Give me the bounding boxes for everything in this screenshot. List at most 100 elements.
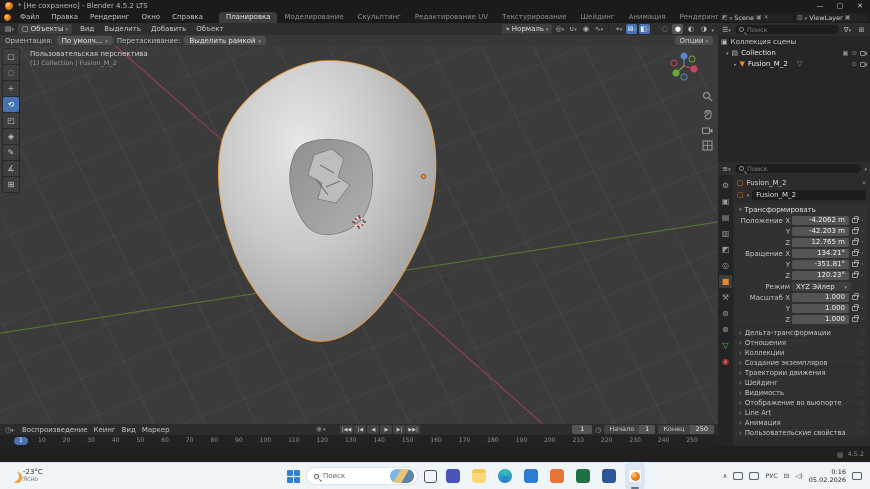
menu-item[interactable]: Файл <box>14 12 45 23</box>
pan-view-icon[interactable] <box>701 108 714 121</box>
properties-section[interactable]: Отношения <box>735 338 868 347</box>
field-value[interactable]: 1.000 <box>792 304 849 313</box>
new-scene-icon[interactable]: ▣ <box>756 14 762 21</box>
lock-icon[interactable] <box>852 295 858 300</box>
properties-search-input[interactable] <box>747 165 857 173</box>
tab-render[interactable]: ▣ <box>719 195 732 208</box>
properties-section[interactable]: Анимация <box>735 418 868 427</box>
transport-button[interactable]: ▶ <box>380 425 392 434</box>
drag-setting-dropdown[interactable]: Выделить рамкой <box>184 36 266 45</box>
add-primitive-tool[interactable]: ⊞ <box>3 177 19 192</box>
viewport-3d[interactable]: Пользовательская перспектива (1) Collect… <box>0 46 718 424</box>
ortho-toggle-icon[interactable] <box>701 139 714 152</box>
menu-item[interactable]: Рендеринг <box>84 12 136 23</box>
workspace-tab[interactable]: Текстурирование <box>495 12 573 23</box>
taskbar-search-input[interactable] <box>323 472 381 480</box>
outliner-display-mode-icon[interactable]: ☰ <box>721 25 732 35</box>
tab-object[interactable]: ■ <box>719 275 732 288</box>
transport-button[interactable]: |◀ <box>354 425 366 434</box>
object-name-field[interactable]: Fusion_M_2 <box>752 190 866 200</box>
transport-button[interactable]: ◀ <box>367 425 379 434</box>
outliner-row-collection[interactable]: ▤ Collection ▣ ⊙ <box>718 47 870 58</box>
transport-button[interactable]: |◀◀ <box>340 425 353 434</box>
timeline-menu-item[interactable]: Вид <box>119 426 139 434</box>
start-value[interactable]: 1 <box>639 425 655 434</box>
taskbar-app-edge[interactable] <box>495 463 515 489</box>
properties-options-icon[interactable] <box>864 164 867 173</box>
menu-item[interactable]: Окно <box>135 12 166 23</box>
workspace-tab[interactable]: Планировка <box>219 12 278 23</box>
annotate-tool[interactable]: ✎ <box>3 145 19 160</box>
scale-tool[interactable]: ◰ <box>3 113 19 128</box>
lock-icon[interactable] <box>852 229 858 234</box>
animate-dot-icon[interactable] <box>860 273 865 278</box>
hide-eye-icon[interactable]: ⊙ <box>852 60 857 68</box>
unlink-scene-icon[interactable]: ✕ <box>764 14 769 21</box>
lock-icon[interactable] <box>852 306 858 311</box>
object-type-icon[interactable]: ▢ <box>737 191 744 199</box>
snap-magnet-icon[interactable]: ∪ <box>567 24 578 34</box>
new-viewlayer-icon[interactable]: ▣ <box>845 14 851 21</box>
taskbar-app-store[interactable] <box>521 463 541 489</box>
show-gizmo-icon[interactable]: ⌖ <box>613 24 624 34</box>
outliner-search[interactable] <box>735 25 839 34</box>
tab-tool[interactable]: ⚙ <box>719 179 732 192</box>
properties-section[interactable]: Отображение во вьюпорте <box>735 398 868 407</box>
animate-dot-icon[interactable] <box>860 262 865 267</box>
rotation-mode-dropdown[interactable]: XYZ Эйлер <box>792 282 851 291</box>
workspace-tab[interactable]: Редактирование UV <box>408 12 495 23</box>
filter-icon[interactable]: ∇ <box>842 25 853 35</box>
transform-tool[interactable]: ◈ <box>3 129 19 144</box>
tab-physics[interactable]: ⊚ <box>719 307 732 320</box>
auto-key-record-icon[interactable]: ◉ <box>316 425 326 433</box>
properties-section[interactable]: Line Art <box>735 408 868 417</box>
field-value[interactable]: 12.765 m <box>792 238 849 247</box>
properties-search[interactable] <box>735 164 861 173</box>
xray-toggle-icon[interactable]: ◧ <box>639 24 650 34</box>
workspace-tab[interactable]: Анимация <box>622 12 673 23</box>
timeline-menu-item[interactable]: Маркер <box>139 426 173 434</box>
timeline-ruler[interactable]: 1 10203040506070809010011012013014015016… <box>0 435 718 446</box>
shading-rendered-icon[interactable]: ◑ <box>698 24 709 34</box>
pivot-point-icon[interactable]: ◎ <box>554 24 565 34</box>
lock-icon[interactable] <box>852 262 858 267</box>
measure-tool[interactable]: ∡ <box>3 161 19 176</box>
tab-world[interactable]: ◎ <box>719 259 732 272</box>
taskbar-app-office[interactable] <box>547 463 567 489</box>
end-value[interactable]: 250 <box>690 425 714 434</box>
volume-icon[interactable]: ◁) <box>795 472 803 480</box>
orientation-dropdown[interactable]: ⌖ Нормаль <box>502 24 553 34</box>
viewport-menu-item[interactable]: Вид <box>75 25 99 33</box>
show-overlays-icon[interactable]: ⊠ <box>626 24 637 34</box>
exclude-checkbox-icon[interactable]: ▣ <box>842 49 848 57</box>
blender-menu-icon[interactable] <box>4 14 11 21</box>
scene-selector[interactable]: ◩ Scene ▣ ✕ <box>720 13 793 22</box>
workspace-tab[interactable]: Шейдинг <box>574 12 622 23</box>
hide-eye-icon[interactable]: ⊙ <box>852 49 857 57</box>
tab-scene[interactable]: ◩ <box>719 243 732 256</box>
taskbar-app-explorer[interactable] <box>469 463 489 489</box>
timeline-editor-icon[interactable] <box>4 425 15 435</box>
taskbar-app-blender[interactable] <box>625 463 645 489</box>
field-value[interactable]: -4.2062 m <box>792 216 849 225</box>
navigation-gizmo[interactable] <box>668 50 700 82</box>
animate-dot-icon[interactable] <box>860 240 865 245</box>
tray-chevron-up-icon[interactable]: ∧ <box>723 472 728 480</box>
frame-start-field[interactable]: Начало 1 <box>604 425 655 434</box>
falloff-curve-icon[interactable]: ∿ <box>593 24 604 34</box>
orientation-setting-dropdown[interactable]: По умолч... <box>57 36 113 45</box>
viewport-menu-item[interactable]: Выделить <box>99 25 146 33</box>
viewport-menu-item[interactable]: Добавить <box>146 25 191 33</box>
transform-panel-header[interactable]: Трансформировать <box>735 204 868 215</box>
pin-icon[interactable]: ⌖ <box>862 179 866 188</box>
outliner-row-object[interactable]: ▼ Fusion_M_2 ▽ ⊙ <box>718 58 870 69</box>
animate-dot-icon[interactable] <box>860 317 865 322</box>
clock-date-widget[interactable]: 0:16 05.02.2026 <box>809 468 846 484</box>
expand-icon[interactable] <box>726 49 729 57</box>
current-frame-field[interactable]: 1 <box>572 425 592 434</box>
properties-section[interactable]: Пользовательские свойства <box>735 428 868 437</box>
taskbar-app-word[interactable] <box>599 463 619 489</box>
lock-icon[interactable] <box>852 273 858 278</box>
properties-section[interactable]: Траектории движения <box>735 368 868 377</box>
minimize-button[interactable]: — <box>810 0 830 12</box>
